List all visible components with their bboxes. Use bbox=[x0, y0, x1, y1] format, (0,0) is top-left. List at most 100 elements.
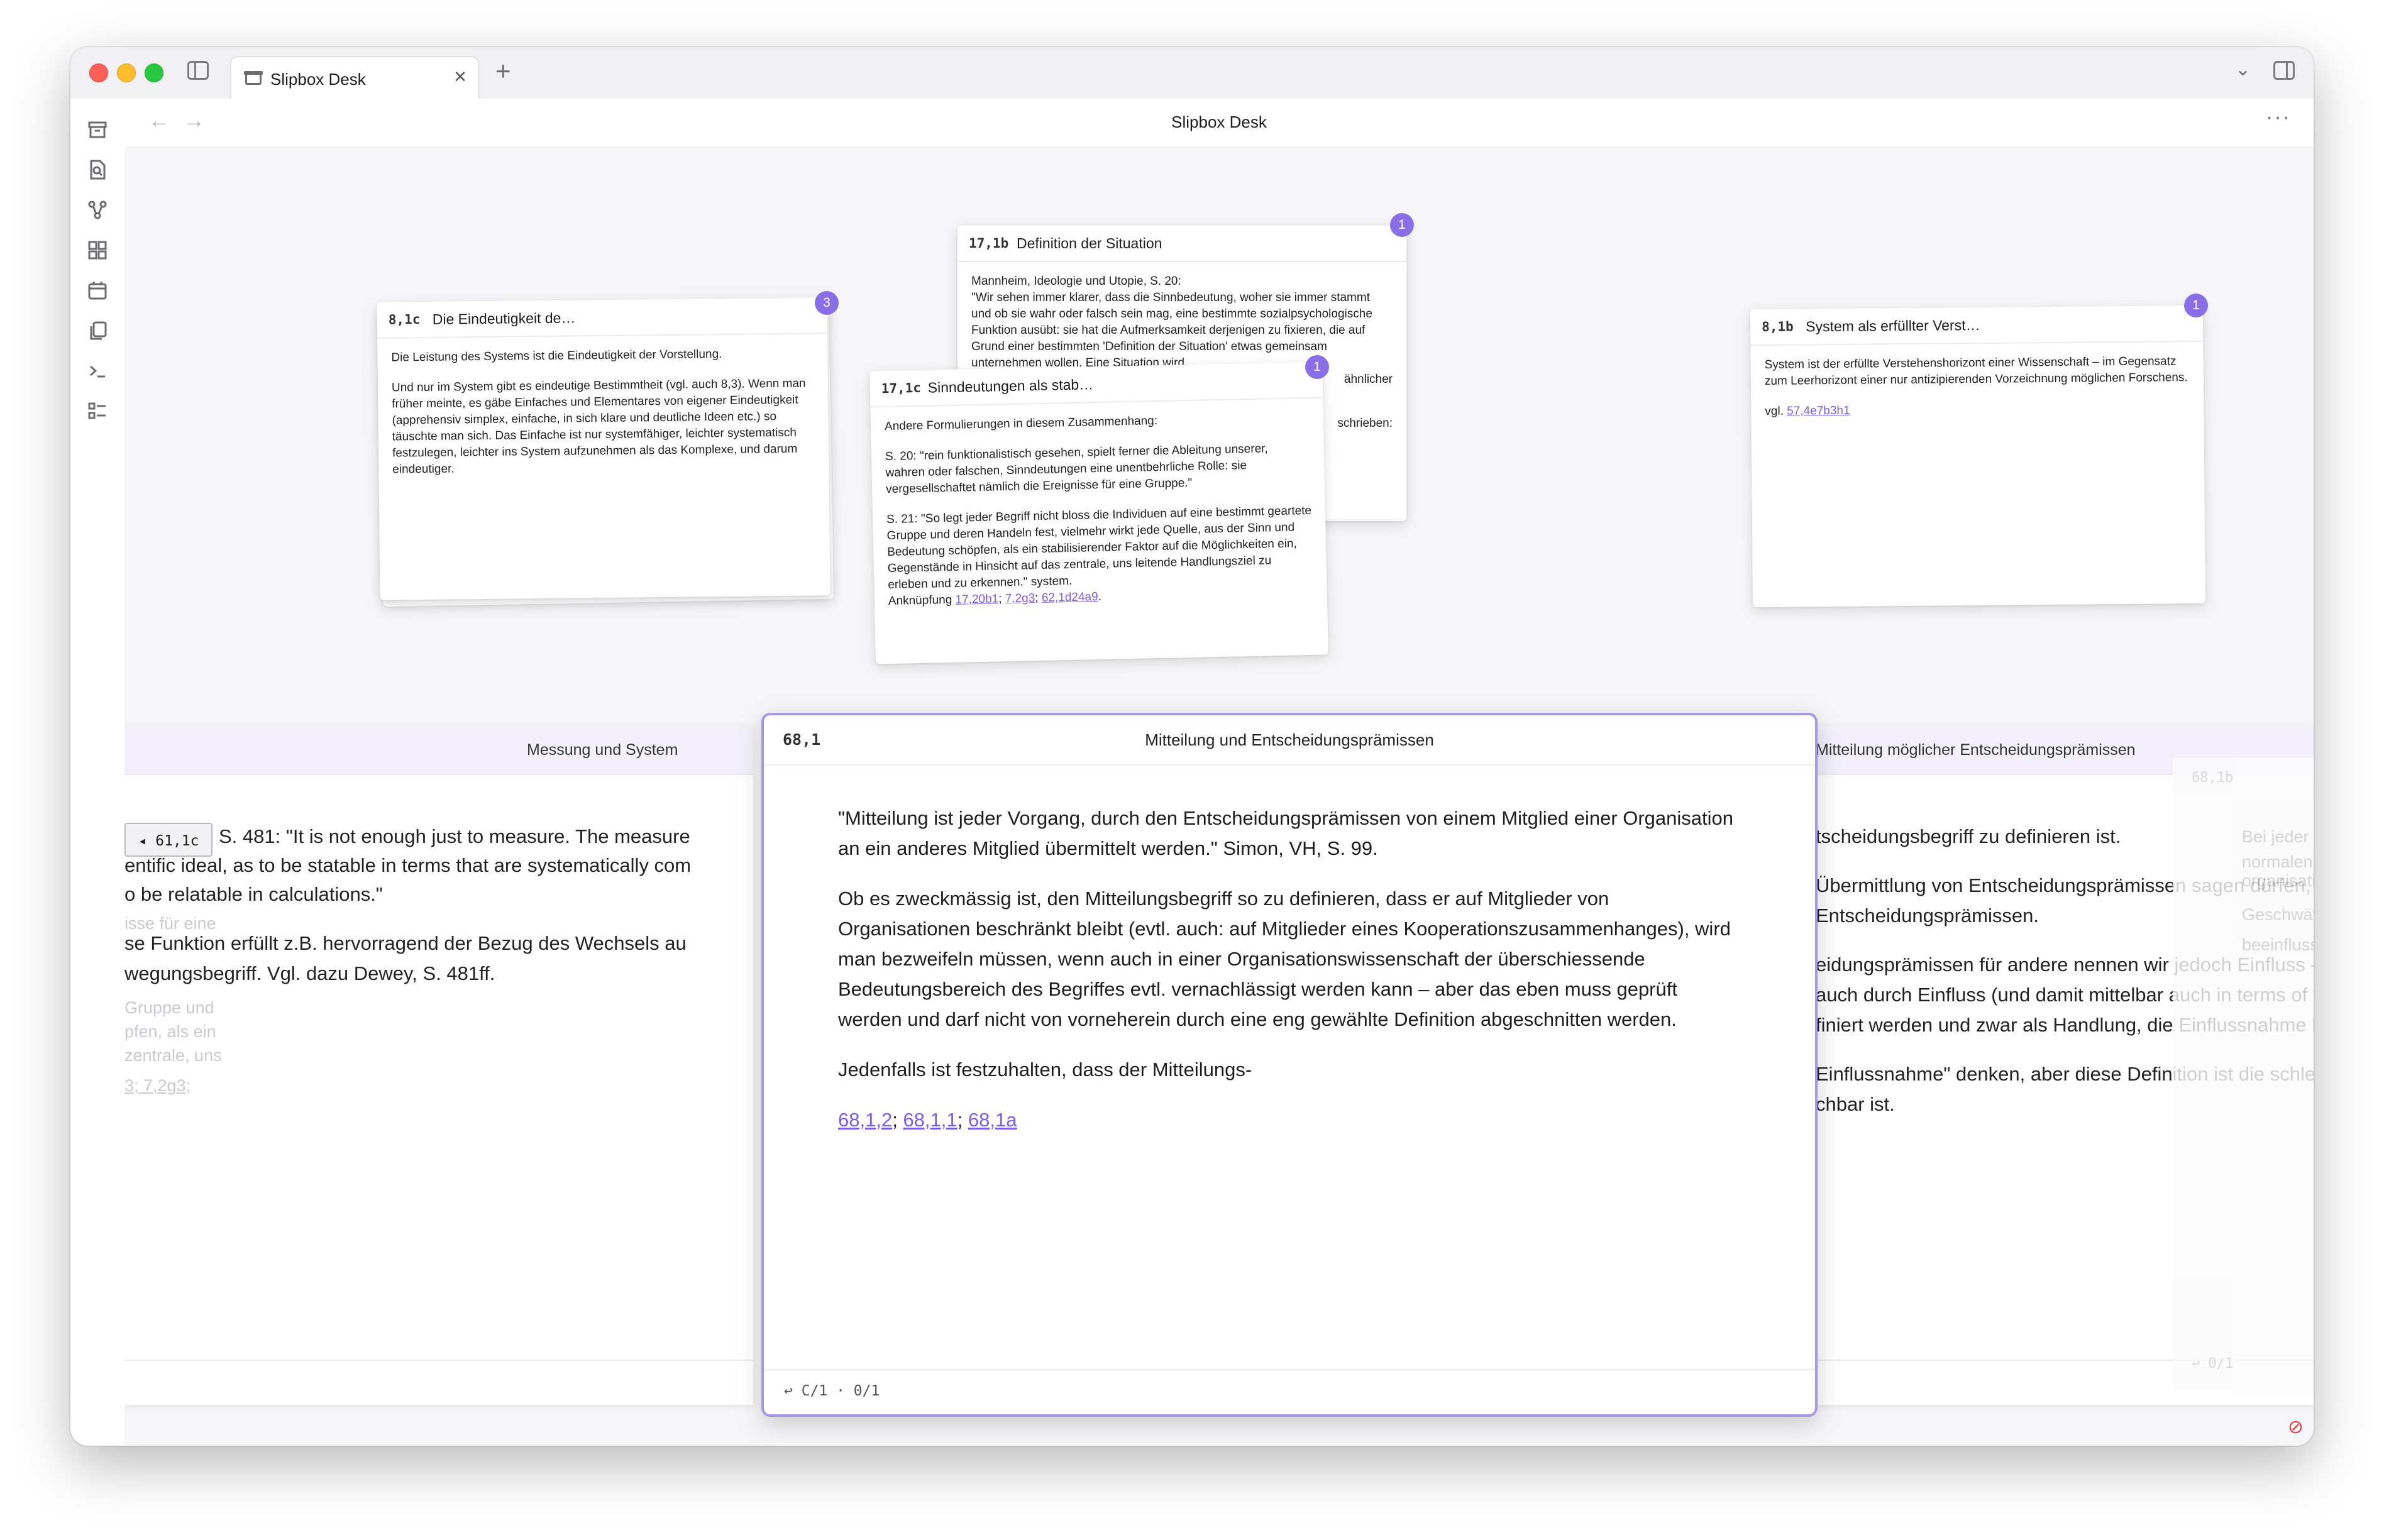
pane-line: zentrale, uns bbox=[124, 1046, 222, 1065]
pane-title: Messung und System bbox=[527, 741, 678, 759]
graph-icon[interactable] bbox=[86, 198, 109, 222]
grid-icon[interactable] bbox=[86, 238, 109, 262]
pane-line: Geschwätz den C bbox=[2242, 905, 2314, 924]
card-id: 17,1b bbox=[969, 236, 1009, 251]
pane-line: wegungsbegriff. Vgl. dazu Dewey, S. 481f… bbox=[124, 962, 495, 984]
close-tab-icon[interactable]: × bbox=[454, 66, 466, 87]
pane-id: 68,1b bbox=[2192, 770, 2234, 786]
minimize-window-button[interactable] bbox=[117, 63, 136, 82]
calendar-icon[interactable] bbox=[86, 278, 109, 302]
note-counts: C/1 · 0/1 bbox=[801, 1383, 880, 1399]
card-8-1b[interactable]: 8,1b System als erfüllter Verst… System … bbox=[1750, 305, 2206, 608]
archive-icon bbox=[244, 71, 263, 85]
note-footer-status: ↩ C/1 · 0/1 bbox=[784, 1383, 880, 1399]
card-paragraph: Die Leistung des Systems ist die Eindeut… bbox=[391, 348, 722, 365]
link-count-badge: 1 bbox=[1305, 355, 1329, 379]
note-paragraph: "Mitteilung ist jeder Vorgang, durch den… bbox=[838, 807, 1734, 859]
tab-slipbox-desk[interactable]: Slipbox Desk × bbox=[230, 56, 479, 99]
app-window: Slipbox Desk × + ⌄ ← → Slipbox Desk ··· … bbox=[70, 47, 2314, 1446]
view-title: Slipbox Desk bbox=[1171, 113, 1267, 131]
card-id: 17,1c bbox=[881, 380, 922, 397]
tab-title: Slipbox Desk bbox=[270, 70, 366, 89]
card-paragraph: Mannheim, Ideologie und Utopie, S. 20: bbox=[971, 275, 1181, 288]
note-body[interactable]: "Mitteilung ist jeder Vorgang, durch den… bbox=[838, 803, 1743, 1155]
note-title: Mitteilung und Entscheidungsprämissen bbox=[1145, 730, 1434, 749]
note-pane-left[interactable]: Messung und System S. 481: "It is not en… bbox=[124, 726, 753, 1405]
card-paragraph: Anknüpfung bbox=[888, 593, 952, 608]
pane-line: se Funktion erfüllt z.B. hervorragend de… bbox=[124, 932, 687, 954]
card-id: 8,1c bbox=[388, 312, 421, 327]
card-paragraph: Und nur im System gibt es eindeutige Bes… bbox=[391, 377, 806, 476]
card-header: 17,1b Definition der Situation bbox=[957, 226, 1406, 262]
link-count-badge: 3 bbox=[815, 291, 839, 315]
pane-line: beeinflussen, w bbox=[2242, 935, 2314, 954]
pane-footer bbox=[124, 1360, 753, 1405]
ribbon bbox=[70, 99, 126, 1446]
card-title: Sinndeutungen als stab… bbox=[927, 376, 1094, 396]
more-options-icon[interactable]: ··· bbox=[2266, 105, 2291, 129]
pane-line: 3; 7,2g3; bbox=[124, 1076, 191, 1095]
return-arrow-icon[interactable]: ↩ bbox=[784, 1383, 793, 1399]
card-header: 8,1b System als erfüllter Verst… bbox=[1750, 305, 2204, 346]
card-paragraph: S. 21: "So legt jeder Begriff nicht blos… bbox=[886, 503, 1312, 592]
card-17-1c[interactable]: 17,1c Sinndeutungen als stab… Andere For… bbox=[869, 361, 1328, 664]
card-title: Definition der Situation bbox=[1017, 235, 1162, 251]
close-window-button[interactable] bbox=[89, 63, 108, 82]
note-link[interactable]: 68,1,1 bbox=[903, 1109, 957, 1131]
pane-line: Bei jeder der vo bbox=[2242, 827, 2314, 846]
sync-status-icon[interactable]: ⊘ bbox=[2288, 1416, 2304, 1438]
toggle-left-sidebar-icon[interactable] bbox=[187, 61, 209, 80]
pane-line: Entscheidungsprämissen. bbox=[1816, 905, 2039, 927]
link-count-badge: 1 bbox=[2184, 294, 2208, 317]
note-pane-far-right[interactable]: 68,1b Bei jeder der vo normalen Sprach o… bbox=[2173, 757, 2314, 1392]
note-header: 68,1 Mitteilung und Entscheidungsprämiss… bbox=[764, 715, 1815, 766]
pane-line: tscheidungsbegriff zu definieren ist. bbox=[1816, 825, 2121, 847]
pane-line: normalen Sprach bbox=[2242, 852, 2314, 871]
card-paragraph: System ist der erfüllte Verstehenshorizo… bbox=[1764, 355, 2188, 388]
card-paragraph: "Wir sehen immer klarer, dass die Sinnbe… bbox=[971, 291, 1372, 370]
pane-footer: ↩ 0/1 bbox=[2192, 1356, 2234, 1372]
pane-line: chbar ist. bbox=[1816, 1093, 1895, 1115]
card-paragraph: S. 20: "rein funktionalistisch gesehen, … bbox=[885, 442, 1268, 497]
card-paragraph: vgl. bbox=[1765, 404, 1784, 418]
view-header: ← → Slipbox Desk ··· bbox=[124, 99, 2314, 146]
note-paragraph: Ob es zweckmässig ist, den Mitteilungsbe… bbox=[838, 888, 1731, 1030]
card-8-1c[interactable]: 8,1c Die Eindeutigkeit de… Die Leistung … bbox=[377, 297, 831, 600]
note-footer: ↩ C/1 · 0/1 bbox=[764, 1369, 1815, 1414]
pane-line: o be relatable in calculations." bbox=[124, 883, 383, 905]
archive-icon[interactable] bbox=[86, 118, 109, 141]
note-link[interactable]: 57,4e7b3h1 bbox=[1787, 404, 1850, 418]
card-body: Die Leistung des Systems ist die Eindeut… bbox=[377, 334, 829, 503]
note-link[interactable]: 62,1d24a9 bbox=[1042, 590, 1098, 605]
tab-bar: Slipbox Desk × + ⌄ bbox=[70, 47, 2314, 100]
terminal-icon[interactable] bbox=[86, 359, 109, 383]
pane-title: Mitteilung möglicher Entscheidungsprämis… bbox=[1816, 741, 2136, 759]
pane-line: organisationswis bbox=[2242, 871, 2314, 890]
backlink-tag[interactable]: ◂ 61,1c bbox=[124, 823, 212, 857]
chevron-down-icon[interactable]: ⌄ bbox=[2235, 58, 2251, 80]
desk-canvas: 8,1c Die Eindeutigkeit de… Die Leistung … bbox=[124, 146, 2314, 1446]
copy-icon[interactable] bbox=[86, 319, 109, 343]
link-count-badge: 1 bbox=[1390, 213, 1414, 237]
note-link[interactable]: 68,1a bbox=[968, 1109, 1017, 1131]
search-file-icon[interactable] bbox=[86, 158, 109, 182]
note-links: 68,1,2; 68,1,1; 68,1a bbox=[838, 1109, 1017, 1131]
note-paragraph: Jedenfalls ist festzuhalten, dass der Mi… bbox=[838, 1059, 1252, 1081]
note-link[interactable]: 7,2g3 bbox=[1005, 591, 1035, 605]
pane-header: Messung und System bbox=[124, 726, 753, 775]
new-tab-icon[interactable]: + bbox=[495, 56, 511, 86]
note-link[interactable]: 68,1,2 bbox=[838, 1109, 892, 1131]
toggle-right-sidebar-icon[interactable] bbox=[2273, 61, 2295, 80]
card-title: System als erfüllter Verst… bbox=[1806, 316, 1980, 335]
card-paragraph: Andere Formulierungen in diesem Zusammen… bbox=[884, 414, 1158, 434]
card-body: Andere Formulierungen in diesem Zusammen… bbox=[870, 398, 1327, 621]
card-body: System ist der erfüllte Verstehenshorizo… bbox=[1750, 342, 2204, 445]
note-link[interactable]: 17,20b1 bbox=[955, 592, 998, 606]
maximize-window-button[interactable] bbox=[145, 63, 163, 82]
card-title: Die Eindeutigkeit de… bbox=[432, 309, 576, 327]
pane-line: S. 481: "It is not enough just to measur… bbox=[219, 825, 690, 847]
card-header: 8,1c Die Eindeutigkeit de… bbox=[377, 297, 828, 339]
list-icon[interactable] bbox=[86, 399, 109, 423]
card-links-line: vgl. 57,4e7b3h1 bbox=[1765, 400, 2190, 420]
focused-note[interactable]: 68,1 Mitteilung und Entscheidungsprämiss… bbox=[761, 713, 1818, 1417]
